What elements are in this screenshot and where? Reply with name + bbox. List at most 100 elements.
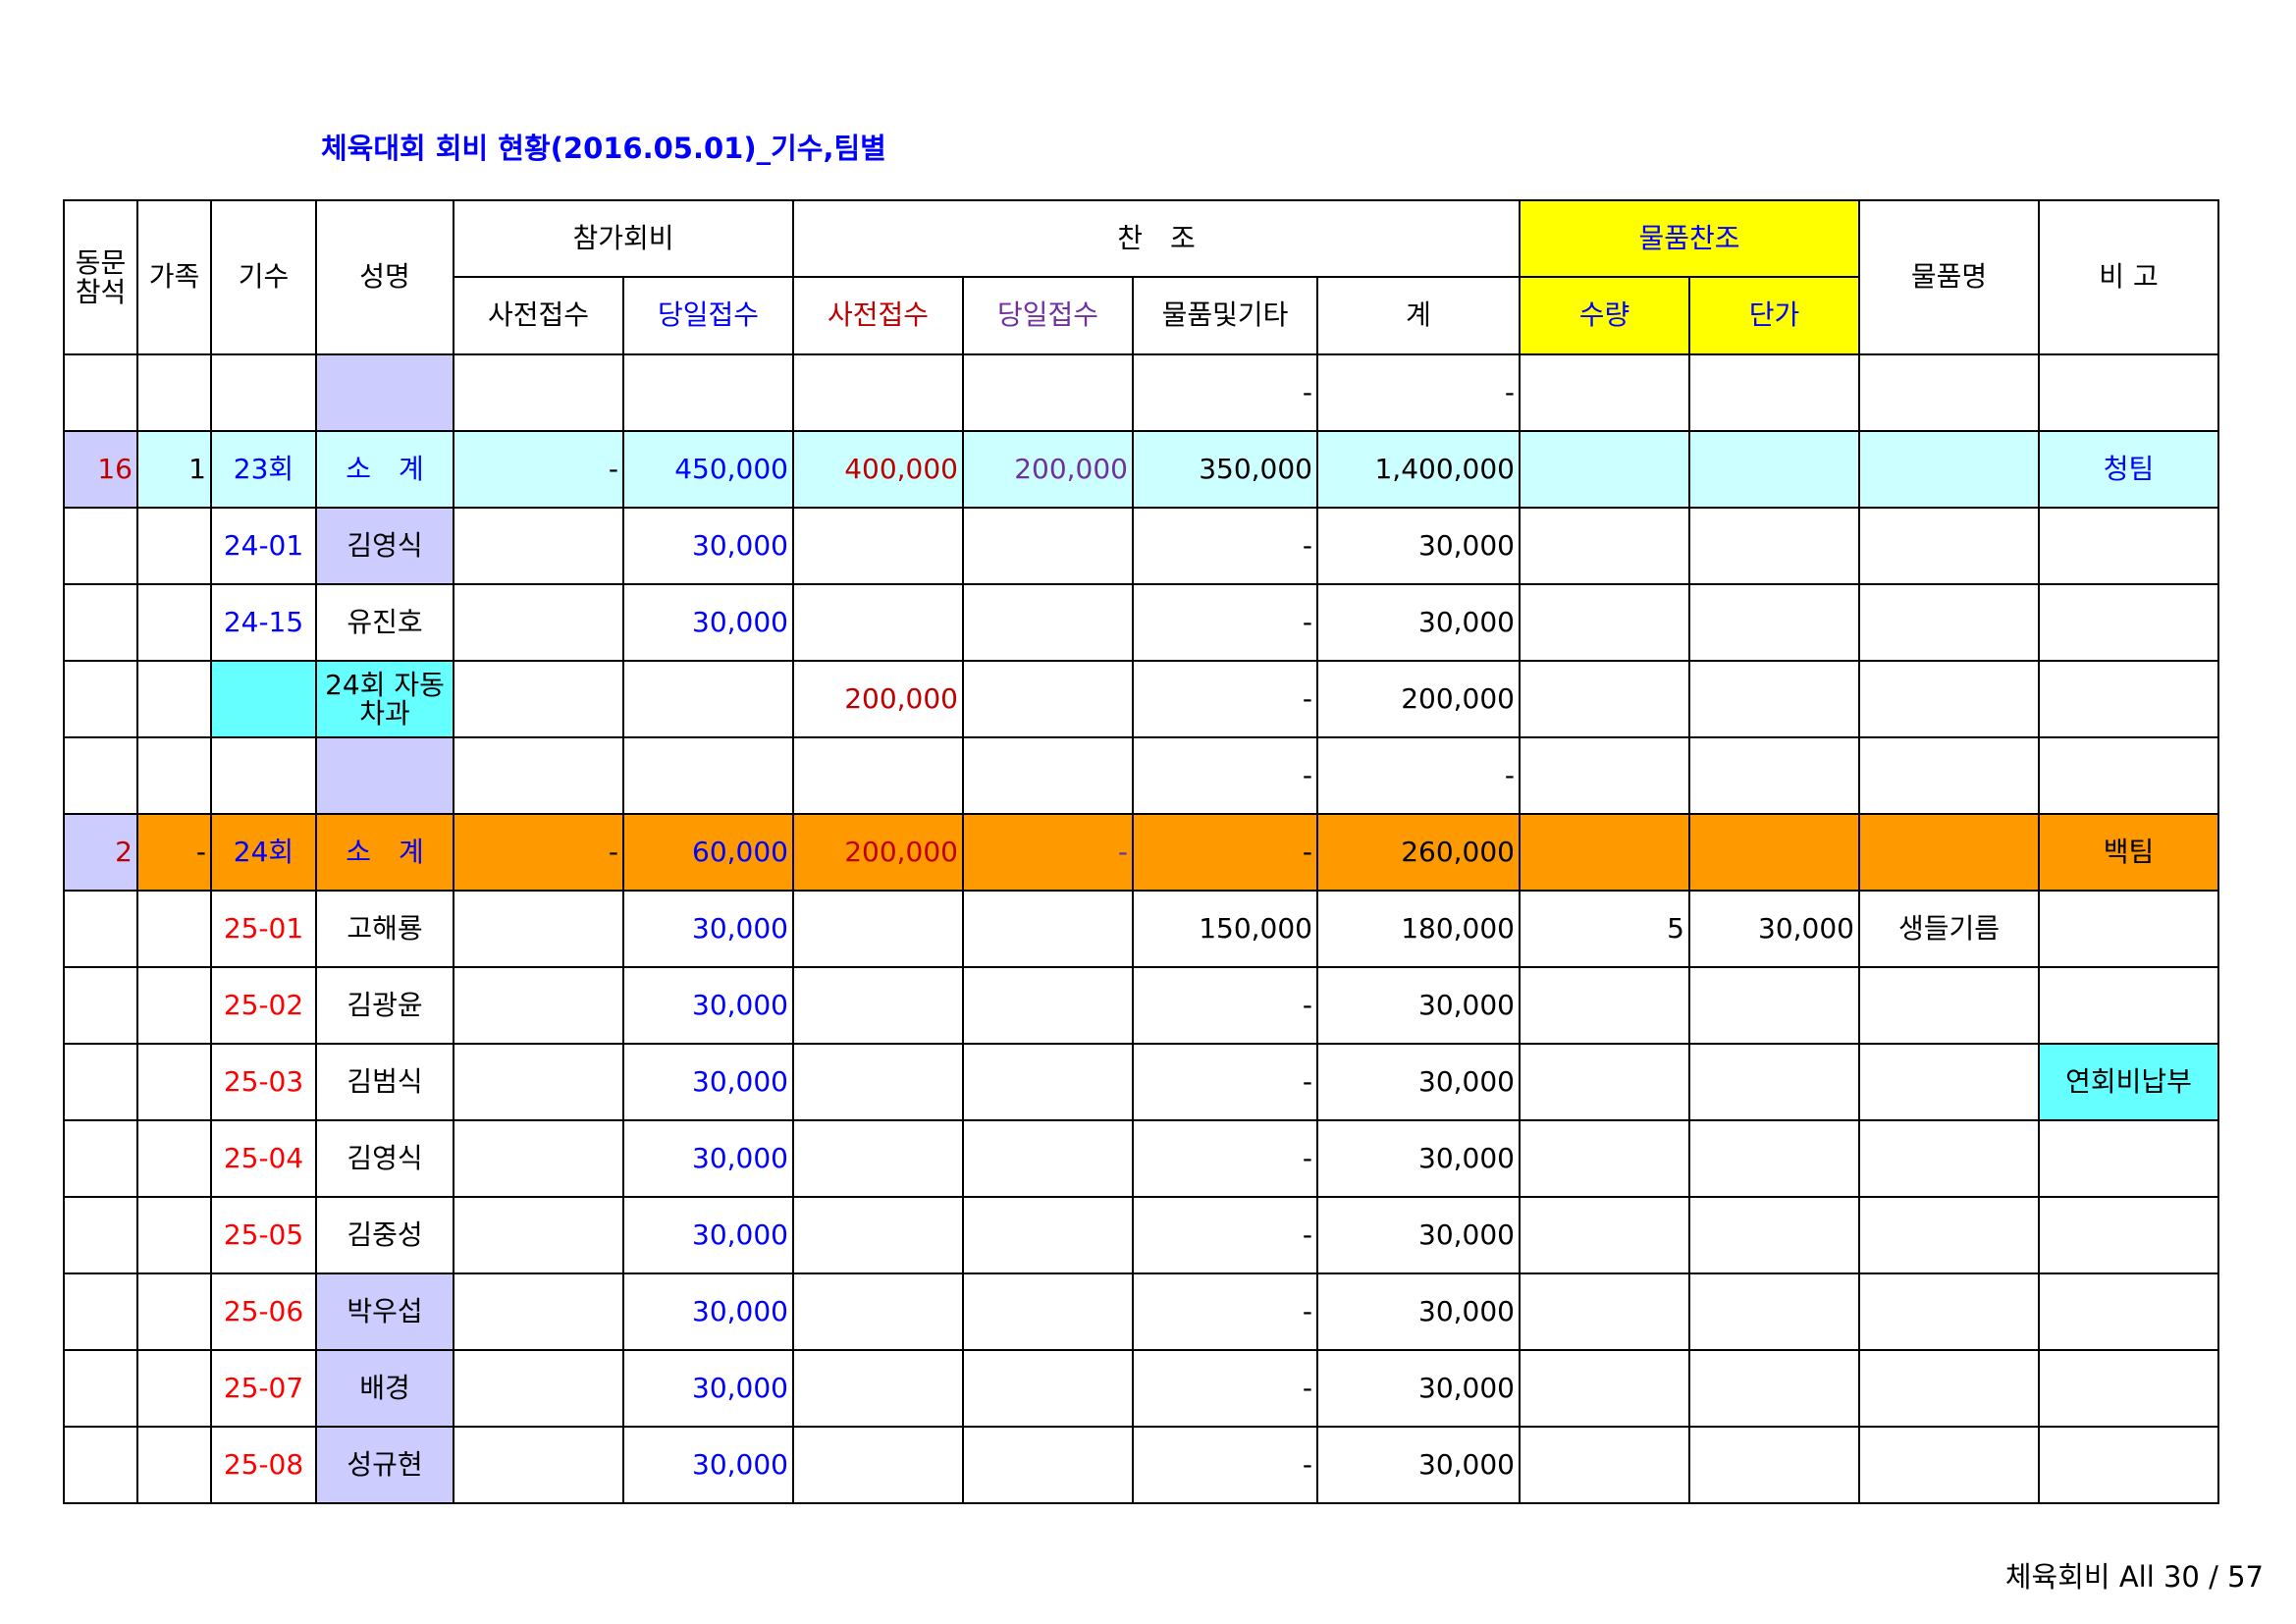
cell-sponsor-day: -: [962, 813, 1134, 892]
cell-remark: [2038, 1349, 2219, 1428]
table-row: 25-03 김범식 30,000-30,000 연회비납부: [63, 1043, 2219, 1121]
cell-goods-name: [1858, 583, 2040, 662]
cell-sponsor-total: 30,000: [1316, 583, 1521, 662]
cell-name: 김영식: [315, 1119, 454, 1198]
cell-sponsor-goods: -: [1132, 660, 1318, 738]
cell-sponsor-goods: -: [1132, 583, 1318, 662]
cell-sponsor-total: 1,400,000: [1316, 430, 1521, 509]
cell-name: 소 계: [315, 813, 454, 892]
cell-goods-name: [1858, 430, 2040, 509]
cell-fee-pre: [453, 660, 624, 738]
cell-fee-pre: [453, 966, 624, 1045]
cell-gisu: 25-05: [210, 1196, 317, 1274]
cell-sponsor-total: 30,000: [1316, 1426, 1521, 1504]
cell-goods-name: [1858, 1349, 2040, 1428]
cell-qty: [1519, 660, 1690, 738]
cell-family: [136, 507, 212, 585]
cell-name: [315, 736, 454, 815]
cell-fee-day: 30,000: [622, 583, 794, 662]
cell-sponsor-pre: 200,000: [792, 813, 964, 892]
col-header-fee-group: 참가회비: [453, 199, 794, 278]
cell-qty: [1519, 1349, 1690, 1428]
cell-remark: [2038, 353, 2219, 432]
cell-gisu: [210, 736, 317, 815]
cell-sponsor-goods: -: [1132, 507, 1318, 585]
cell-sponsor-goods: -: [1132, 966, 1318, 1045]
cell-sponsor-goods: -: [1132, 1349, 1318, 1428]
cell-attend: [63, 736, 138, 815]
cell-attend: [63, 583, 138, 662]
cell-family: [136, 1196, 212, 1274]
cell-attend: [63, 1349, 138, 1428]
cell-family: -: [136, 813, 212, 892]
cell-remark: [2038, 660, 2219, 738]
cell-sponsor-day: [962, 1043, 1134, 1121]
cell-remark: 청팀: [2038, 430, 2219, 509]
cell-sponsor-pre: [792, 966, 964, 1045]
cell-sponsor-total: 180,000: [1316, 890, 1521, 968]
cell-sponsor-day: 200,000: [962, 430, 1134, 509]
cell-gisu: 25-02: [210, 966, 317, 1045]
cell-family: [136, 966, 212, 1045]
cell-sponsor-total: 200,000: [1316, 660, 1521, 738]
cell-sponsor-pre: [792, 736, 964, 815]
cell-fee-day: 30,000: [622, 1272, 794, 1351]
cell-remark: [2038, 890, 2219, 968]
cell-sponsor-day: [962, 660, 1134, 738]
cell-gisu: 24-15: [210, 583, 317, 662]
cell-fee-pre: [453, 1119, 624, 1198]
cell-fee-pre: [453, 583, 624, 662]
page-footer: 체육회비 All 30 / 57: [2004, 1560, 2264, 1594]
cell-sponsor-day: [962, 1426, 1134, 1504]
cell-sponsor-total: 30,000: [1316, 1119, 1521, 1198]
cell-fee-day: 30,000: [622, 1349, 794, 1428]
cell-sponsor-pre: 400,000: [792, 430, 964, 509]
cell-fee-day: [622, 736, 794, 815]
cell-fee-day: 60,000: [622, 813, 794, 892]
cell-sponsor-goods: -: [1132, 1426, 1318, 1504]
cell-qty: [1519, 507, 1690, 585]
cell-qty: [1519, 1272, 1690, 1351]
cell-qty: [1519, 1196, 1690, 1274]
cell-sponsor-pre: [792, 1119, 964, 1198]
cell-goods-name: [1858, 660, 2040, 738]
cell-name: 김영식: [315, 507, 454, 585]
col-header-fee-pre: 사전접수: [453, 276, 624, 355]
cell-family: [136, 736, 212, 815]
cell-remark: [2038, 736, 2219, 815]
cell-sponsor-day: [962, 1119, 1134, 1198]
table-row: 25-01 고해룡 30,000 150,000 180,000 5 30,000 생들기름: [63, 890, 2219, 968]
cell-name: 성규현: [315, 1426, 454, 1504]
cell-fee-pre: [453, 1272, 624, 1351]
cell-name: 배경: [315, 1349, 454, 1428]
cell-unit-price: [1688, 1349, 1860, 1428]
cell-gisu: 23회: [210, 430, 317, 509]
cell-attend: [63, 890, 138, 968]
cell-sponsor-day: [962, 1272, 1134, 1351]
cell-family: [136, 583, 212, 662]
cell-fee-pre: [453, 507, 624, 585]
cell-sponsor-goods: 350,000: [1132, 430, 1318, 509]
cell-fee-day: [622, 660, 794, 738]
cell-goods-name: [1858, 966, 2040, 1045]
cell-attend: 16: [63, 430, 138, 509]
cell-remark: 백팀: [2038, 813, 2219, 892]
cell-gisu: [210, 353, 317, 432]
cell-family: [136, 353, 212, 432]
cell-fee-day: 30,000: [622, 890, 794, 968]
cell-sponsor-goods: -: [1132, 1119, 1318, 1198]
cell-sponsor-goods: -: [1132, 1196, 1318, 1274]
cell-attend: [63, 966, 138, 1045]
cell-gisu: [210, 660, 317, 738]
cell-goods-name: [1858, 1426, 2040, 1504]
col-header-attend: 동문 참석: [63, 199, 138, 355]
fee-table: 동문 참석 가족 기수 성명 참가회비 찬 조 물품찬조 물품명 비 고 사전접…: [63, 199, 2219, 1504]
cell-unit-price: [1688, 1196, 1860, 1274]
cell-qty: [1519, 966, 1690, 1045]
cell-gisu: 25-03: [210, 1043, 317, 1121]
cell-gisu: 25-07: [210, 1349, 317, 1428]
cell-attend: [63, 660, 138, 738]
cell-fee-day: 30,000: [622, 966, 794, 1045]
cell-family: [136, 1043, 212, 1121]
cell-remark: 연회비납부: [2038, 1043, 2219, 1121]
